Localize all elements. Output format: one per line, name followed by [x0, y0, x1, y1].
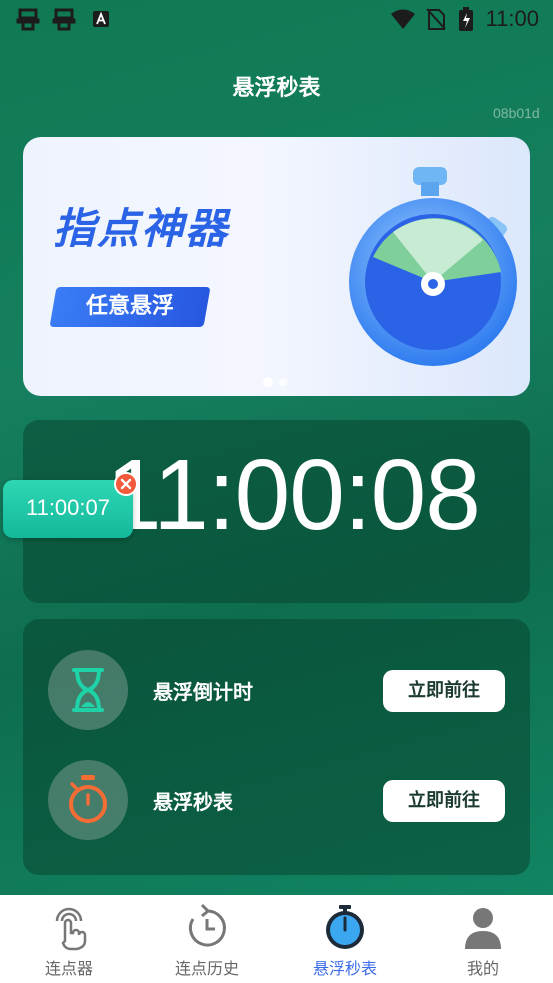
- pager-dot[interactable]: [279, 378, 287, 386]
- history-icon: [188, 903, 226, 947]
- tab-click-history[interactable]: 连点历史: [138, 895, 276, 983]
- hourglass-icon: [72, 668, 104, 712]
- banner-pager: [263, 377, 287, 387]
- tool-row-stopwatch: 悬浮秒表 立即前往: [23, 760, 530, 840]
- clock-display: 11:00:08: [106, 439, 481, 551]
- tab-profile[interactable]: 我的: [414, 895, 552, 983]
- go-countdown-button[interactable]: 立即前往: [383, 670, 505, 712]
- app-bug-icon: [52, 8, 76, 31]
- tab-label: 连点器: [44, 959, 93, 978]
- tab-clicker[interactable]: 连点器: [0, 895, 138, 983]
- promo-banner[interactable]: 指点神器 任意悬浮: [23, 137, 530, 396]
- no-sim-icon: [426, 8, 446, 30]
- battery-icon: [459, 7, 473, 31]
- status-bar: 11:00: [0, 0, 553, 40]
- status-time: 11:00: [485, 6, 539, 31]
- banner-pill-label: 任意悬浮: [85, 294, 174, 319]
- close-icon: [120, 478, 132, 490]
- stopwatch-icon: [349, 167, 517, 366]
- wifi-icon: [391, 9, 415, 29]
- floating-timer[interactable]: 11:00:07: [3, 480, 133, 538]
- app-bug-icon: [16, 8, 40, 31]
- tool-icon-bg: [48, 650, 128, 730]
- profile-icon: [465, 908, 501, 949]
- side-id-label: 08b01d: [493, 105, 540, 121]
- tool-icon-bg: [48, 760, 128, 840]
- tab-floating-stopwatch[interactable]: 悬浮秒表: [276, 895, 414, 983]
- go-stopwatch-button[interactable]: 立即前往: [383, 780, 505, 822]
- tap-hand-icon: [55, 907, 87, 951]
- floating-timer-close-button[interactable]: [114, 472, 138, 496]
- stopwatch-icon: [326, 905, 364, 949]
- floating-timer-time: 11:00:07: [25, 495, 110, 520]
- page-title: 悬浮秒表: [232, 76, 321, 101]
- tool-label: 悬浮倒计时: [153, 680, 253, 704]
- banner-title: 指点神器: [53, 204, 230, 253]
- tab-label: 悬浮秒表: [312, 959, 377, 978]
- tools-card: 悬浮倒计时 立即前往 悬浮秒表 立即前往: [23, 619, 530, 875]
- tool-row-countdown: 悬浮倒计时 立即前往: [23, 650, 530, 730]
- stopwatch-icon: [69, 775, 107, 823]
- app-a-icon: [93, 11, 109, 27]
- tool-label: 悬浮秒表: [153, 790, 233, 814]
- tab-label: 连点历史: [174, 959, 239, 978]
- pager-dot-active[interactable]: [263, 377, 273, 387]
- banner-pill: 任意悬浮: [49, 287, 211, 327]
- bottom-tab-bar: 连点器 连点历史 悬浮秒表 我的: [0, 895, 553, 983]
- tab-label: 我的: [466, 959, 499, 978]
